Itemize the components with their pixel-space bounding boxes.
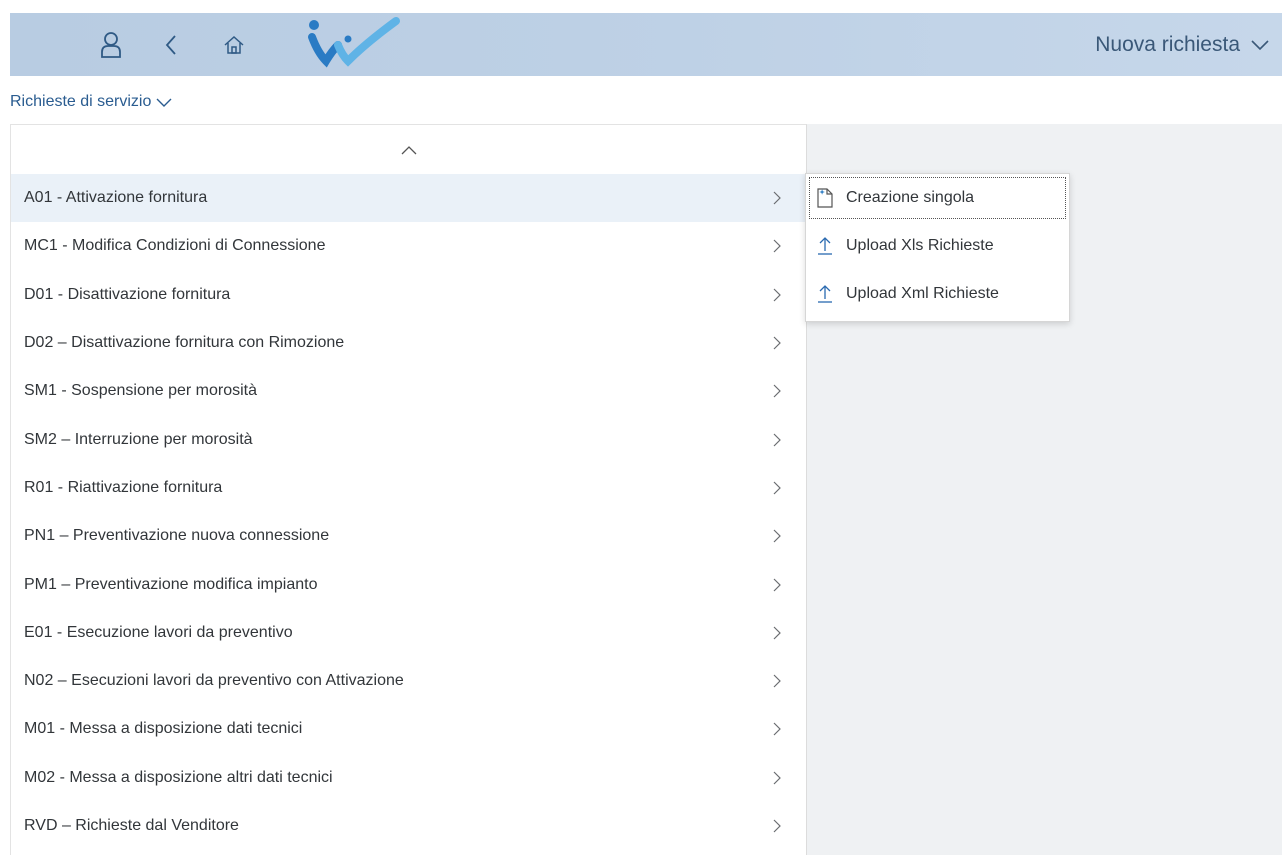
submenu-item[interactable]: Creazione singola (806, 174, 1069, 222)
list-item[interactable]: D01 - Disattivazione fornitura (11, 271, 806, 319)
shell-bar: Nuova richiesta (10, 13, 1282, 76)
list-item[interactable]: N02 – Esecuzioni lavori da preventivo co… (11, 657, 806, 705)
sub-header-label: Richieste di servizio (10, 93, 152, 110)
list-item[interactable]: A01 - Attivazione fornitura (11, 174, 806, 223)
app-title: Nuova richiesta (1095, 32, 1240, 56)
user-icon[interactable] (93, 13, 129, 76)
service-request-list: A01 - Attivazione fornitura MC1 - Modific… (10, 124, 807, 855)
list-item-label: M01 - Messa a disposizione dati tecnici (24, 720, 303, 738)
list-item-label: SM2 – Interruzione per morosità (24, 430, 253, 448)
scroll-up-button[interactable] (11, 125, 806, 174)
chevron-right-icon (772, 432, 782, 448)
chevron-right-icon (772, 480, 782, 496)
list-item-label: R01 - Riattivazione fornitura (24, 478, 223, 496)
chevron-right-icon (772, 721, 782, 737)
list-item-label: D02 – Disattivazione fornitura con Rimoz… (24, 334, 345, 352)
list-item[interactable]: SM1 - Sospensione per morosità (11, 367, 806, 415)
list-item-label: E01 - Esecuzione lavori da preventivo (24, 623, 293, 641)
submenu-item-label: Upload Xml Richieste (846, 285, 999, 302)
chevron-right-icon (772, 577, 782, 593)
chevron-right-icon (772, 287, 782, 303)
chevron-down-icon (1251, 39, 1269, 50)
chevron-right-icon (772, 383, 782, 399)
home-icon[interactable] (216, 13, 252, 76)
list-item-label: MC1 - Modifica Condizioni di Connessione (24, 237, 326, 255)
list-item-label: RVD – Richieste dal Venditore (24, 817, 239, 834)
list-item[interactable]: SM2 – Interruzione per morosità (11, 415, 806, 463)
back-icon[interactable] (156, 13, 186, 76)
new-document-icon (816, 188, 840, 208)
brand-logo (306, 15, 406, 70)
request-action-popup: Creazione singola Upload Xls Richieste Upl… (805, 173, 1070, 322)
list-item[interactable]: RVD – Richieste dal Venditore (11, 802, 806, 850)
list-item[interactable]: M02 - Messa a disposizione altri dati te… (11, 754, 806, 802)
upload-icon (816, 284, 840, 304)
list-item-label: PN1 – Preventivazione nuova connessione (24, 527, 330, 545)
chevron-right-icon (772, 238, 782, 254)
list-item[interactable]: D02 – Disattivazione fornitura con Rimoz… (11, 319, 806, 367)
chevron-right-icon (772, 528, 782, 544)
list-item[interactable]: PM1 – Preventivazione modifica impianto (11, 560, 806, 608)
chevron-right-icon (772, 673, 782, 689)
list-item-label: M02 - Messa a disposizione altri dati te… (24, 768, 333, 786)
list-item[interactable]: E01 - Esecuzione lavori da preventivo (11, 609, 806, 657)
chevron-right-icon (772, 770, 782, 786)
service-requests-menu[interactable]: Richieste di servizio (10, 88, 172, 116)
list-item-label: N02 – Esecuzioni lavori da preventivo co… (24, 672, 404, 690)
list-item[interactable]: PN1 – Preventivazione nuova connessione (11, 512, 806, 560)
chevron-right-icon (772, 625, 782, 641)
list-item-label: A01 - Attivazione fornitura (24, 189, 208, 207)
chevron-up-icon (401, 145, 416, 154)
submenu-item-label: Upload Xls Richieste (846, 237, 994, 254)
upload-icon (816, 236, 840, 256)
submenu-item[interactable]: Upload Xml Richieste (806, 270, 1069, 318)
chevron-right-icon (772, 335, 782, 351)
chevron-right-icon (772, 818, 782, 834)
list-item-label: PM1 – Preventivazione modifica impianto (24, 575, 318, 593)
list-item[interactable]: M01 - Messa a disposizione dati tecnici (11, 705, 806, 753)
list-item[interactable]: R01 - Riattivazione fornitura (11, 464, 806, 512)
list-item-label: SM1 - Sospensione per morosità (24, 382, 257, 400)
list-item[interactable]: MC1 - Modifica Condizioni di Connessione (11, 222, 806, 270)
list-item-label: D01 - Disattivazione fornitura (24, 285, 231, 303)
chevron-down-icon (156, 98, 172, 107)
chevron-right-icon (772, 190, 782, 206)
submenu-item[interactable]: Upload Xls Richieste (806, 222, 1069, 270)
submenu-item-label: Creazione singola (846, 189, 975, 206)
app-title-menu[interactable]: Nuova richiesta (1095, 13, 1270, 76)
